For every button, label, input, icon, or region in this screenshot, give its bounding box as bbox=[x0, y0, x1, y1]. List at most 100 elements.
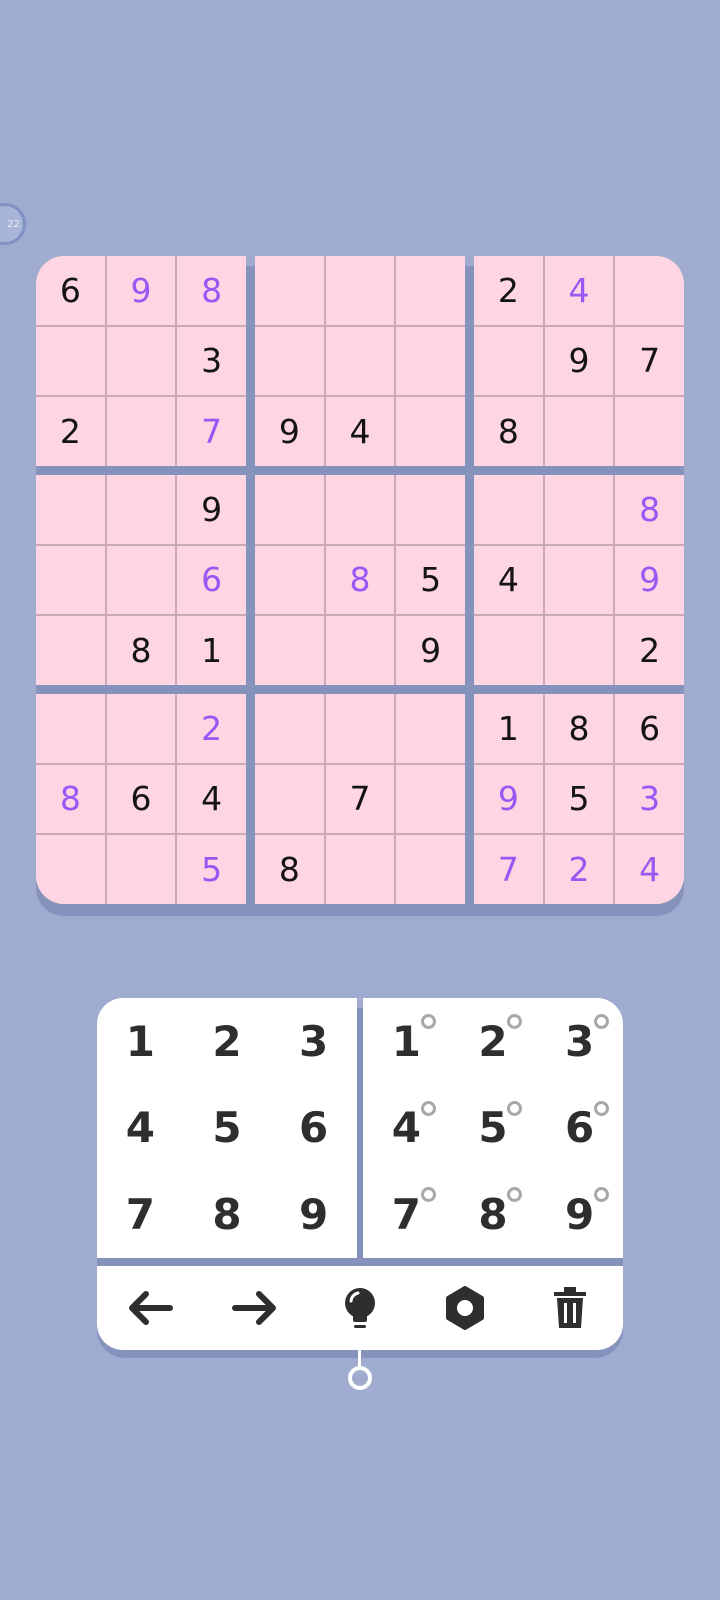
board-cell[interactable]: 8 bbox=[255, 835, 324, 904]
digit-key[interactable]: 9 bbox=[270, 1171, 357, 1258]
note-key[interactable]: 4 bbox=[363, 1085, 450, 1172]
board-cell[interactable] bbox=[474, 475, 543, 544]
board-cell[interactable] bbox=[325, 326, 395, 396]
board-cell[interactable] bbox=[36, 835, 105, 904]
board-cell[interactable]: 6 bbox=[36, 256, 105, 325]
board-cell[interactable]: 6 bbox=[106, 764, 176, 834]
board-cell[interactable]: 2 bbox=[474, 256, 543, 325]
board-cell[interactable] bbox=[106, 326, 176, 396]
board-cell[interactable] bbox=[36, 326, 105, 396]
board-cell[interactable]: 2 bbox=[615, 616, 684, 685]
note-key[interactable]: 6 bbox=[536, 1085, 623, 1172]
trash-icon[interactable] bbox=[542, 1280, 598, 1336]
board-cell[interactable] bbox=[474, 326, 543, 396]
board-cell[interactable]: 1 bbox=[474, 694, 543, 763]
board-cell[interactable] bbox=[325, 256, 395, 325]
digit-key[interactable]: 6 bbox=[270, 1085, 357, 1172]
board-cell[interactable]: 4 bbox=[177, 764, 246, 834]
board-cell[interactable]: 2 bbox=[544, 835, 614, 904]
board-cell[interactable] bbox=[255, 764, 324, 834]
board-cell[interactable] bbox=[396, 397, 465, 466]
drag-handle[interactable] bbox=[348, 1366, 372, 1390]
board-cell[interactable]: 1 bbox=[177, 616, 246, 685]
board-cell[interactable]: 4 bbox=[474, 545, 543, 615]
board-cell[interactable] bbox=[615, 397, 684, 466]
board-cell[interactable]: 9 bbox=[615, 545, 684, 615]
board-cell[interactable] bbox=[106, 475, 176, 544]
board-cell[interactable] bbox=[106, 397, 176, 466]
board-cell[interactable] bbox=[396, 835, 465, 904]
board-cell[interactable]: 7 bbox=[474, 835, 543, 904]
board-cell[interactable]: 9 bbox=[255, 397, 324, 466]
digit-key[interactable]: 2 bbox=[184, 998, 271, 1085]
digit-key[interactable]: 5 bbox=[184, 1085, 271, 1172]
board-cell[interactable]: 9 bbox=[544, 326, 614, 396]
board-cell[interactable] bbox=[396, 475, 465, 544]
digit-key[interactable]: 4 bbox=[97, 1085, 184, 1172]
board-cell[interactable]: 2 bbox=[177, 694, 246, 763]
board-cell[interactable] bbox=[325, 475, 395, 544]
board-cell[interactable]: 9 bbox=[474, 764, 543, 834]
digit-key[interactable]: 7 bbox=[97, 1171, 184, 1258]
board-cell[interactable] bbox=[396, 326, 465, 396]
board-cell[interactable]: 8 bbox=[544, 694, 614, 763]
board-cell[interactable]: 8 bbox=[474, 397, 543, 466]
settings-gear-icon[interactable] bbox=[437, 1280, 493, 1336]
board-cell[interactable] bbox=[36, 475, 105, 544]
timer-badge[interactable]: 22 bbox=[0, 203, 26, 245]
digit-key[interactable]: 1 bbox=[97, 998, 184, 1085]
note-key[interactable]: 2 bbox=[450, 998, 537, 1085]
board-cell[interactable]: 4 bbox=[615, 835, 684, 904]
board-cell[interactable]: 3 bbox=[615, 764, 684, 834]
board-cell[interactable]: 4 bbox=[544, 256, 614, 325]
board-cell[interactable] bbox=[106, 694, 176, 763]
board-cell[interactable] bbox=[544, 475, 614, 544]
board-cell[interactable]: 8 bbox=[177, 256, 246, 325]
note-key[interactable]: 9 bbox=[536, 1171, 623, 1258]
board-cell[interactable] bbox=[474, 616, 543, 685]
board-cell[interactable] bbox=[255, 616, 324, 685]
board-cell[interactable]: 9 bbox=[106, 256, 176, 325]
board-cell[interactable] bbox=[325, 616, 395, 685]
board-cell[interactable]: 7 bbox=[177, 397, 246, 466]
board-cell[interactable]: 5 bbox=[396, 545, 465, 615]
board-cell[interactable] bbox=[544, 545, 614, 615]
digit-key[interactable]: 3 bbox=[270, 998, 357, 1085]
note-key[interactable]: 7 bbox=[363, 1171, 450, 1258]
board-cell[interactable]: 8 bbox=[36, 764, 105, 834]
board-cell[interactable] bbox=[396, 764, 465, 834]
board-cell[interactable]: 5 bbox=[177, 835, 246, 904]
board-cell[interactable]: 9 bbox=[396, 616, 465, 685]
note-key[interactable]: 3 bbox=[536, 998, 623, 1085]
board-cell[interactable]: 7 bbox=[615, 326, 684, 396]
board-cell[interactable] bbox=[544, 616, 614, 685]
board-cell[interactable]: 7 bbox=[325, 764, 395, 834]
hint-bulb-icon[interactable] bbox=[332, 1280, 388, 1336]
board-cell[interactable]: 5 bbox=[544, 764, 614, 834]
board-cell[interactable] bbox=[255, 256, 324, 325]
board-cell[interactable] bbox=[106, 545, 176, 615]
board-cell[interactable]: 4 bbox=[325, 397, 395, 466]
note-key[interactable]: 5 bbox=[450, 1085, 537, 1172]
board-cell[interactable] bbox=[36, 616, 105, 685]
board-cell[interactable] bbox=[396, 694, 465, 763]
board-cell[interactable]: 6 bbox=[615, 694, 684, 763]
undo-arrow-icon[interactable] bbox=[122, 1280, 178, 1336]
note-key[interactable]: 1 bbox=[363, 998, 450, 1085]
board-cell[interactable]: 3 bbox=[177, 326, 246, 396]
board-cell[interactable]: 8 bbox=[615, 475, 684, 544]
board-cell[interactable] bbox=[255, 545, 324, 615]
note-key[interactable]: 8 bbox=[450, 1171, 537, 1258]
board-cell[interactable] bbox=[255, 694, 324, 763]
board-cell[interactable] bbox=[106, 835, 176, 904]
board-cell[interactable] bbox=[544, 397, 614, 466]
board-cell[interactable] bbox=[325, 835, 395, 904]
board-cell[interactable] bbox=[36, 694, 105, 763]
board-cell[interactable] bbox=[396, 256, 465, 325]
board-cell[interactable] bbox=[255, 326, 324, 396]
board-cell[interactable] bbox=[36, 545, 105, 615]
board-cell[interactable]: 8 bbox=[106, 616, 176, 685]
board-cell[interactable]: 2 bbox=[36, 397, 105, 466]
digit-key[interactable]: 8 bbox=[184, 1171, 271, 1258]
redo-arrow-icon[interactable] bbox=[227, 1280, 283, 1336]
